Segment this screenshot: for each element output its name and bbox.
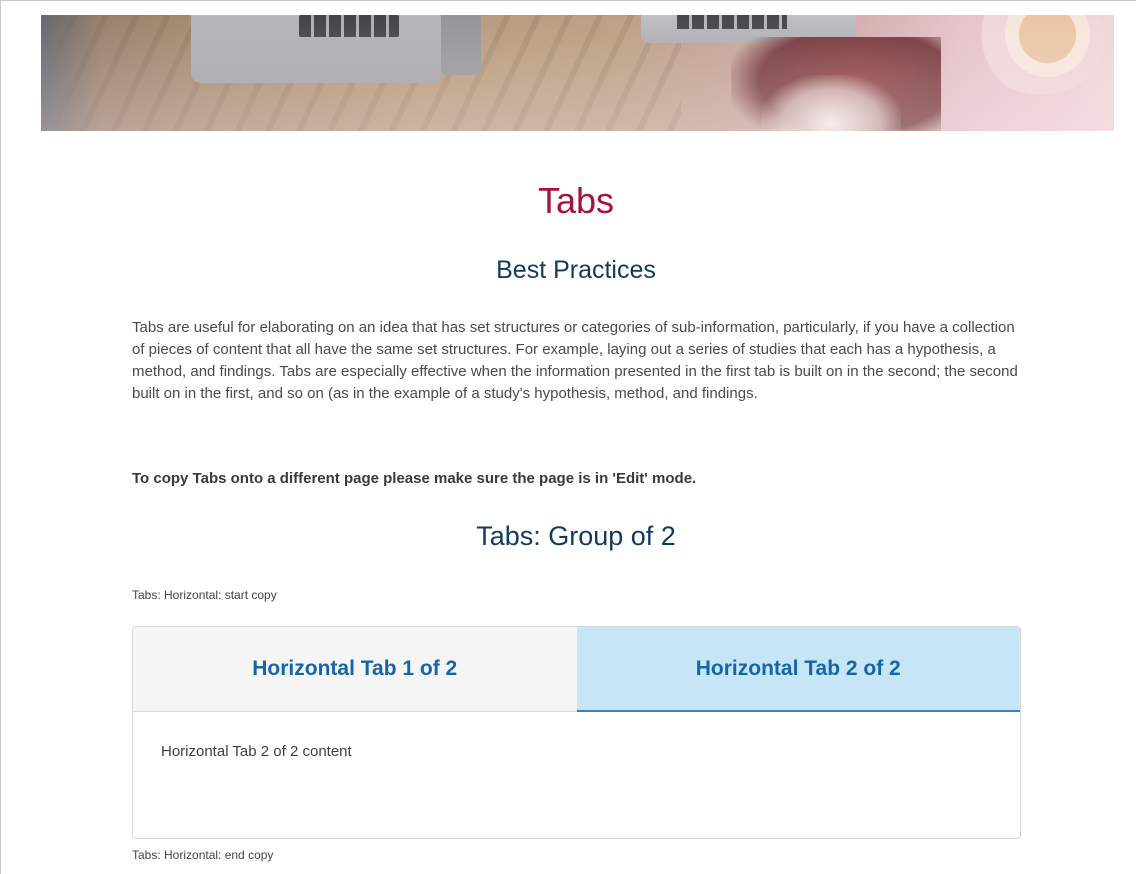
end-copy-marker: Tabs: Horizontal: end copy <box>132 848 274 862</box>
hero-banner-image <box>41 15 1114 131</box>
horizontal-tabs: Horizontal Tab 1 of 2 Horizontal Tab 2 o… <box>132 626 1021 839</box>
section-heading-best-practices: Best Practices <box>496 256 656 284</box>
copy-instruction: To copy Tabs onto a different page pleas… <box>132 470 697 487</box>
intro-paragraph: Tabs are useful for elaborating on an id… <box>132 319 1018 402</box>
start-copy-marker: Tabs: Horizontal: start copy <box>132 588 277 602</box>
page: Tabs Best Practices Tabs are useful for … <box>0 0 1136 874</box>
page-title: Tabs <box>537 180 615 221</box>
hero-overlay <box>41 15 1114 131</box>
tab-horizontal-2[interactable]: Horizontal Tab 2 of 2 <box>576 627 1020 712</box>
tab-list: Horizontal Tab 1 of 2 Horizontal Tab 2 o… <box>133 627 1020 712</box>
tab-horizontal-1[interactable]: Horizontal Tab 1 of 2 <box>133 627 577 711</box>
tabs-group-heading: Tabs: Group of 2 <box>476 521 676 551</box>
tab-panel-content: Horizontal Tab 2 of 2 content <box>161 743 352 760</box>
